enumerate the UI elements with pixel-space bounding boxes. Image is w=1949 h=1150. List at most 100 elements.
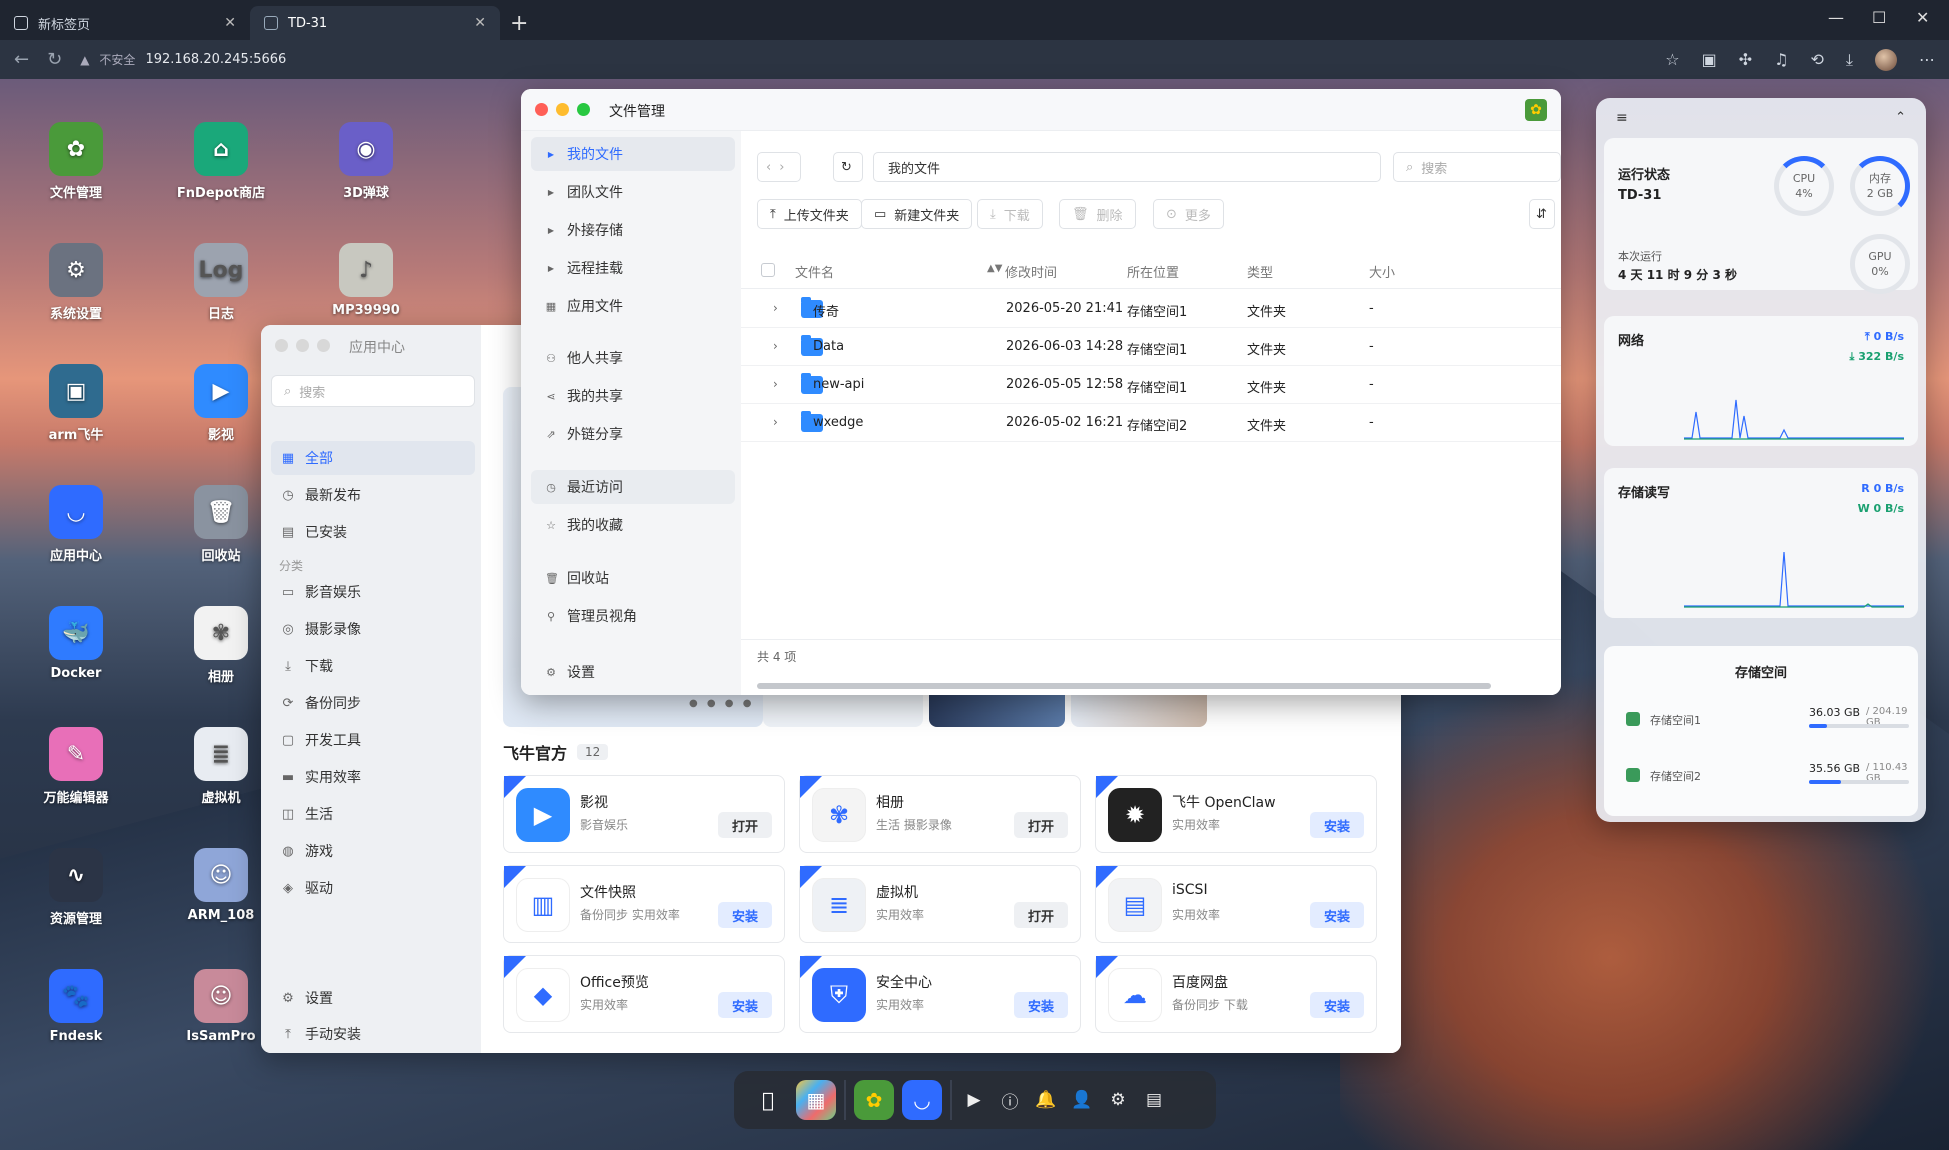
category-item[interactable]: ▢ 开发工具 — [271, 723, 475, 757]
delete-button[interactable]: 🗑 删除 — [1059, 199, 1136, 229]
back-icon[interactable]: ← — [14, 49, 29, 70]
col-size[interactable]: 大小 — [1369, 262, 1395, 281]
search-input[interactable]: ⌕ 搜索 — [1393, 152, 1561, 182]
bell-icon[interactable]: 🔔 — [1032, 1080, 1060, 1120]
nav-back-forward[interactable]: ‹ › — [757, 152, 801, 182]
nav-item[interactable]: ◷ 最新发布 — [271, 478, 475, 512]
open-button[interactable]: 打开 — [1013, 812, 1068, 838]
nav-item[interactable]: ▤ 已安装 — [271, 515, 475, 549]
open-button[interactable]: 打开 — [717, 812, 772, 838]
category-item[interactable]: ⟳ 备份同步 — [271, 686, 475, 720]
window-controls[interactable] — [535, 103, 590, 116]
open-button[interactable]: 打开 — [1013, 902, 1068, 928]
minimize-button[interactable] — [556, 103, 569, 116]
sort-arrows-icon[interactable]: ▲▼ — [987, 263, 1002, 274]
upload-folder-button[interactable]: ⤒ 上传文件夹 — [757, 199, 862, 229]
category-item[interactable]: ◈ 驱动 — [271, 871, 475, 905]
col-location[interactable]: 所在位置 — [1127, 262, 1179, 281]
apple-icon[interactable]:  — [748, 1080, 788, 1120]
path-input[interactable]: 我的文件 — [873, 152, 1381, 182]
close-icon[interactable]: ✕ — [474, 15, 486, 31]
window-controls[interactable] — [275, 339, 330, 352]
download-button[interactable]: ⤓ 下载 — [977, 199, 1043, 229]
desktop-icon[interactable]: 🐾 Fndesk — [16, 969, 136, 1044]
category-item[interactable]: ◍ 游戏 — [271, 834, 475, 868]
install-button[interactable]: 安装 — [1013, 992, 1068, 1018]
chevron-right-icon[interactable]: › — [773, 301, 778, 315]
list-icon[interactable]: ≡ — [1616, 110, 1628, 126]
chevron-right-icon[interactable]: › — [773, 339, 778, 353]
desktop-icon[interactable]: ▣ arm飞牛 — [16, 364, 136, 443]
download-icon[interactable]: ⤓ — [1846, 50, 1853, 70]
fm-nav-item[interactable]: ☆ 我的收藏 — [531, 508, 735, 542]
close-icon[interactable]: ✕ — [224, 15, 236, 31]
install-button[interactable]: 安装 — [1309, 992, 1364, 1018]
new-folder-button[interactable]: ▭ 新建文件夹 — [861, 199, 973, 229]
bottom-nav-item[interactable]: ⤒ 手动安装 — [271, 1017, 475, 1051]
chevron-left-icon[interactable]: ‹ — [766, 160, 771, 175]
desktop-icon[interactable]: 🐳 Docker — [16, 606, 136, 681]
chevron-right-icon[interactable]: › — [773, 415, 778, 429]
desktop-icon[interactable]: ♪ MP39990 — [306, 243, 426, 318]
fm-nav-item[interactable]: ▶ 外接存储 — [531, 213, 735, 247]
table-row[interactable]: › 传奇 2026-05-20 21:41 存储空间1 文件夹 - — [741, 290, 1561, 328]
fm-nav-item[interactable]: ⚙ 设置 — [531, 655, 735, 689]
install-button[interactable]: 安装 — [1309, 902, 1364, 928]
fm-nav-item[interactable]: ▶ 我的文件 — [531, 137, 735, 171]
app-card[interactable]: ▤ iSCSI 实用效率 安装 — [1095, 865, 1377, 943]
fm-nav-item[interactable]: ⇗ 外链分享 — [531, 417, 735, 451]
fm-nav-item[interactable]: ▶ 远程挂载 — [531, 251, 735, 285]
app-card[interactable]: ✹ 飞牛 OpenClaw 实用效率 安装 — [1095, 775, 1377, 853]
more-button[interactable]: ⊙ 更多 — [1153, 199, 1224, 229]
category-item[interactable]: ◫ 生活 — [271, 797, 475, 831]
fm-nav-item[interactable]: ◷ 最近访问 — [531, 470, 735, 504]
desktop-icon[interactable]: ∿ 资源管理 — [16, 848, 136, 927]
desktop-icon[interactable]: ◡ 应用中心 — [16, 485, 136, 564]
close-window-icon[interactable]: ✕ — [1916, 8, 1929, 27]
history-icon[interactable]: ⟲ — [1811, 50, 1824, 69]
puzzle-icon[interactable]: ✣ — [1739, 50, 1752, 69]
app-card[interactable]: ≣ 虚拟机 实用效率 打开 — [799, 865, 1081, 943]
carousel-dots[interactable]: ● ● ● ● — [689, 698, 754, 709]
launcher-icon[interactable]: ▦ — [796, 1080, 836, 1120]
install-button[interactable]: 安装 — [717, 992, 772, 1018]
avatar[interactable] — [1875, 48, 1897, 71]
horizontal-scrollbar[interactable] — [757, 683, 1491, 689]
sort-button[interactable]: ⇵ — [1529, 199, 1555, 229]
select-all-checkbox[interactable] — [761, 263, 775, 277]
table-row[interactable]: › new-api 2026-05-05 12:58 存储空间1 文件夹 - — [741, 366, 1561, 404]
desktop-icon[interactable]: ✿ 文件管理 — [16, 122, 136, 201]
app-card[interactable]: ▶ 影视 影音娱乐 打开 — [503, 775, 785, 853]
fm-nav-item[interactable]: 🗑 回收站 — [531, 561, 735, 595]
favorites-icon[interactable]: ♫ — [1774, 50, 1788, 69]
maximize-icon[interactable]: ☐ — [1872, 8, 1886, 27]
desktop-icon[interactable]: ◉ 3D弹球 — [306, 122, 426, 201]
desktop-icon[interactable]: Log 日志 — [161, 243, 281, 322]
star-icon[interactable]: ☆ — [1665, 50, 1679, 69]
minimize-icon[interactable]: — — [1828, 8, 1844, 27]
search-input[interactable]: ⌕ 搜索 — [271, 375, 475, 407]
app-card[interactable]: ◆ Office预览 实用效率 安装 — [503, 955, 785, 1033]
sunflower-icon[interactable]: ✿ — [854, 1080, 894, 1120]
bottom-nav-item[interactable]: ⚙ 设置 — [271, 981, 475, 1015]
desktop-icon[interactable]: ⚙ 系统设置 — [16, 243, 136, 322]
fm-nav-item[interactable]: ⋖ 我的共享 — [531, 379, 735, 413]
install-button[interactable]: 安装 — [717, 902, 772, 928]
install-button[interactable]: 安装 — [1309, 812, 1364, 838]
fm-nav-item[interactable]: ⚲ 管理员视角 — [531, 599, 735, 633]
desktop-icon[interactable]: ✎ 万能编辑器 — [16, 727, 136, 806]
fm-nav-item[interactable]: ⚇ 他人共享 — [531, 341, 735, 375]
category-item[interactable]: ⤓ 下载 — [271, 649, 475, 683]
reload-icon[interactable]: ↻ — [47, 49, 62, 70]
app-card[interactable]: ☁ 百度网盘 备份同步 下载 安装 — [1095, 955, 1377, 1033]
refresh-button[interactable]: ↻ — [833, 152, 863, 182]
category-item[interactable]: ▬ 实用效率 — [271, 760, 475, 794]
calendar-icon[interactable]: ▤ — [1140, 1080, 1168, 1120]
chevron-right-icon[interactable]: › — [773, 377, 778, 391]
category-item[interactable]: ▭ 影音娱乐 — [271, 575, 475, 609]
category-item[interactable]: ◎ 摄影录像 — [271, 612, 475, 646]
tab-td31[interactable]: TD-31 ✕ — [250, 6, 500, 40]
col-mtime[interactable]: 修改时间 — [1005, 262, 1057, 281]
app-card[interactable]: ▥ 文件快照 备份同步 实用效率 安装 — [503, 865, 785, 943]
maximize-button[interactable] — [577, 103, 590, 116]
